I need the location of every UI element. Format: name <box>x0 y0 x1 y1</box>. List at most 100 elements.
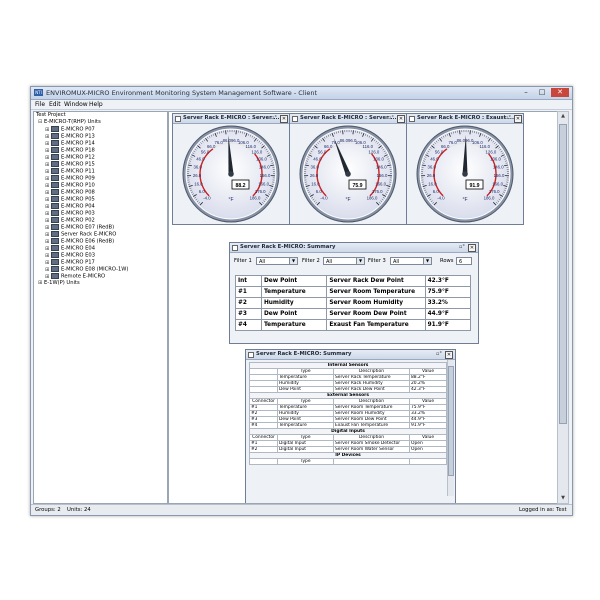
tick-label: 166.0 <box>258 181 269 186</box>
value-readout: 91.9 <box>469 183 479 189</box>
menu-file[interactable]: File <box>35 100 45 109</box>
frame-checkbox[interactable] <box>175 116 181 122</box>
detail-scrollbar[interactable] <box>447 360 454 496</box>
chevron-down-icon: ▼ <box>423 258 431 264</box>
menu-help[interactable]: Help <box>89 100 103 109</box>
restore-icon[interactable]: ▫° <box>436 350 442 359</box>
tree-item[interactable]: ⊞ E-MICRO P05 <box>45 196 95 203</box>
restore-icon[interactable]: ▫° <box>459 243 465 252</box>
tree-item-label: E-MICRO P18 <box>61 147 95 154</box>
frame-close-icon[interactable]: ✕ <box>514 115 522 123</box>
table-row[interactable]: Humidity Server Rack Humidity 20.2% <box>249 380 447 387</box>
table-cell: 33.2% <box>424 297 472 309</box>
tree-item[interactable]: ⊞ Remote E-MICRO <box>45 273 105 280</box>
restore-icon[interactable]: ▫° <box>271 114 277 123</box>
frame-checkbox[interactable] <box>248 352 254 358</box>
minimize-icon[interactable]: – <box>519 88 533 97</box>
device-icon <box>51 224 59 230</box>
table-row[interactable]: Int Dew Point Server Rack Dew Point 42.3°F <box>235 275 472 287</box>
tick-label: -4.0 <box>203 196 211 201</box>
tree-item[interactable]: ⊞ E-MICRO P11 <box>45 168 95 175</box>
rows-spinner[interactable]: 6 <box>456 257 472 265</box>
detail-scroll-thumb[interactable] <box>448 366 454 476</box>
column-header[interactable]: Type <box>277 458 334 465</box>
filter-2-select[interactable]: All ▼ <box>323 257 365 265</box>
table-row[interactable]: #2 Digital Input Server Room Water Sensor O… <box>249 446 447 453</box>
frame-checkbox[interactable] <box>232 245 238 251</box>
frame-close-icon[interactable]: ✕ <box>397 115 405 123</box>
tree-item[interactable]: ⊞ E-MICRO P08 <box>45 189 95 196</box>
table-row[interactable]: #4 Temperature Exaust Fan Temperature 91.9°… <box>235 319 472 331</box>
column-header[interactable] <box>333 458 410 465</box>
tree-item-label: E-MICRO E03 <box>61 252 95 259</box>
tree-item[interactable]: ⊞ E-MICRO E04 <box>45 245 95 252</box>
device-icon <box>51 252 59 258</box>
tree-item[interactable]: ⊞ E-MICRO E03 <box>45 252 95 259</box>
tick-label: 36.0 <box>428 165 437 170</box>
gauge-frame[interactable]: Server Rack E-MICRO : Server ... ▫° ✕ -4… <box>172 113 290 225</box>
menu-window[interactable]: Window <box>64 100 88 109</box>
table-row[interactable]: #2 Humidity Server Room Humidity 33.2% <box>235 297 472 309</box>
tree-item[interactable]: ⊟ E-MICRO-T(RHP) Units <box>38 119 101 126</box>
tree-item[interactable]: ⊞ E-MICRO P12 <box>45 154 95 161</box>
table-row[interactable]: Dew Point Server Rack Dew Point 42.3°F <box>249 386 447 393</box>
tick-label: 136.0 <box>256 157 267 162</box>
column-header[interactable]: Connector <box>249 434 278 441</box>
table-row[interactable]: #2 Humidity Server Room Humidity 33.2% <box>249 410 447 417</box>
desktop-scrollbar[interactable]: ▲ ▼ <box>557 111 569 504</box>
frame-close-icon[interactable]: ✕ <box>445 351 453 359</box>
tree-item[interactable]: ⊞ E-MICRO P04 <box>45 203 95 210</box>
frame-close-icon[interactable]: ✕ <box>468 244 476 252</box>
column-header[interactable] <box>249 458 278 465</box>
frame-checkbox[interactable] <box>292 116 298 122</box>
tree-item[interactable]: ⊞ E-MICRO P15 <box>45 161 95 168</box>
gauge-frame[interactable]: Server Rack E-MICRO : Server ... ▫° ✕ -4… <box>289 113 407 225</box>
tree-item[interactable]: ⊞ E-MICRO E06 (RedB) <box>45 238 114 245</box>
scroll-up-icon[interactable]: ▲ <box>558 112 568 121</box>
table-row[interactable]: #1 Temperature Server Room Temperature 75.9… <box>249 404 447 411</box>
table-cell: Server Room Humidity <box>326 297 426 309</box>
tree-item[interactable]: ⊞ E-MICRO E07 (RedB) <box>45 224 114 231</box>
table-row[interactable]: #1 Temperature Server Room Temperature 75.9… <box>235 286 472 298</box>
column-header[interactable]: Connector <box>249 398 278 405</box>
tree-item[interactable]: ⊞ E-MICRO P03 <box>45 210 95 217</box>
table-row[interactable]: Temperature Server Rack Temperature 88.2°F <box>249 374 447 381</box>
scroll-down-icon[interactable]: ▼ <box>558 494 568 503</box>
tree-item-label: E-MICRO P08 <box>61 189 95 196</box>
tree-item[interactable]: ⊞ E-MICRO E08 (MICRO-1W) <box>45 266 128 273</box>
tree-item[interactable]: ⊞ E-MICRO P14 <box>45 140 95 147</box>
scroll-thumb[interactable] <box>559 124 567 424</box>
restore-icon[interactable]: ▫° <box>505 114 511 123</box>
detail-frame[interactable]: Server Rack E-MICRO: Summary ▫° ✕ Intern… <box>245 349 456 503</box>
tree-item-label: E-MICRO P13 <box>61 133 95 140</box>
tree-item[interactable]: ⊞ Server Rack E-MICRO <box>45 231 116 238</box>
device-icon <box>51 238 59 244</box>
frame-checkbox[interactable] <box>409 116 415 122</box>
tree-root[interactable]: Test Project <box>36 112 66 119</box>
table-row[interactable]: #1 Digital Input Server Room Smoke Detecto… <box>249 440 447 447</box>
maximize-icon[interactable]: □ <box>535 88 549 97</box>
tree-item[interactable]: ⊞ E-MICRO P07 <box>45 126 95 133</box>
tree-item[interactable]: ⊞ E-MICRO P18 <box>45 147 95 154</box>
menu-edit[interactable]: Edit <box>49 100 61 109</box>
table-row[interactable]: #3 Dew Point Server Room Dew Point 44.9°F <box>235 308 472 320</box>
close-icon[interactable]: ✕ <box>551 88 569 97</box>
summary-frame[interactable]: Server Rack E-MICRO: Summary ▫° ✕ Filter… <box>229 242 479 344</box>
frame-close-icon[interactable]: ✕ <box>280 115 288 123</box>
tree-item[interactable]: ⊞ E-MICRO P10 <box>45 182 95 189</box>
device-icon <box>51 175 59 181</box>
tree-item[interactable]: ⊞ E-MICRO P13 <box>45 133 95 140</box>
restore-icon[interactable]: ▫° <box>388 114 394 123</box>
tree-item[interactable]: ⊞ E-MICRO P17 <box>45 259 95 266</box>
filter-3-select[interactable]: All ▼ <box>390 257 432 265</box>
column-header[interactable] <box>409 458 447 465</box>
gauge-frame[interactable]: Server Rack E-MICRO : Exaust ... ▫° ✕ -4… <box>406 113 524 225</box>
tree-item[interactable]: ⊞ E-MICRO P09 <box>45 175 95 182</box>
table-row[interactable]: #4 Temperature Exaust Fan Temperature 91.9°… <box>249 422 447 429</box>
status-units: Units: 24 <box>67 507 91 513</box>
filter-1-select[interactable]: All ▼ <box>256 257 298 265</box>
tree-item[interactable]: ⊞ E-1W(P) Units <box>38 280 80 287</box>
tree-item[interactable]: ⊞ E-MICRO P02 <box>45 217 95 224</box>
tick-label: 136.0 <box>373 157 384 162</box>
table-row[interactable]: #3 Dew Point Server Room Dew Point 44.9°F <box>249 416 447 423</box>
